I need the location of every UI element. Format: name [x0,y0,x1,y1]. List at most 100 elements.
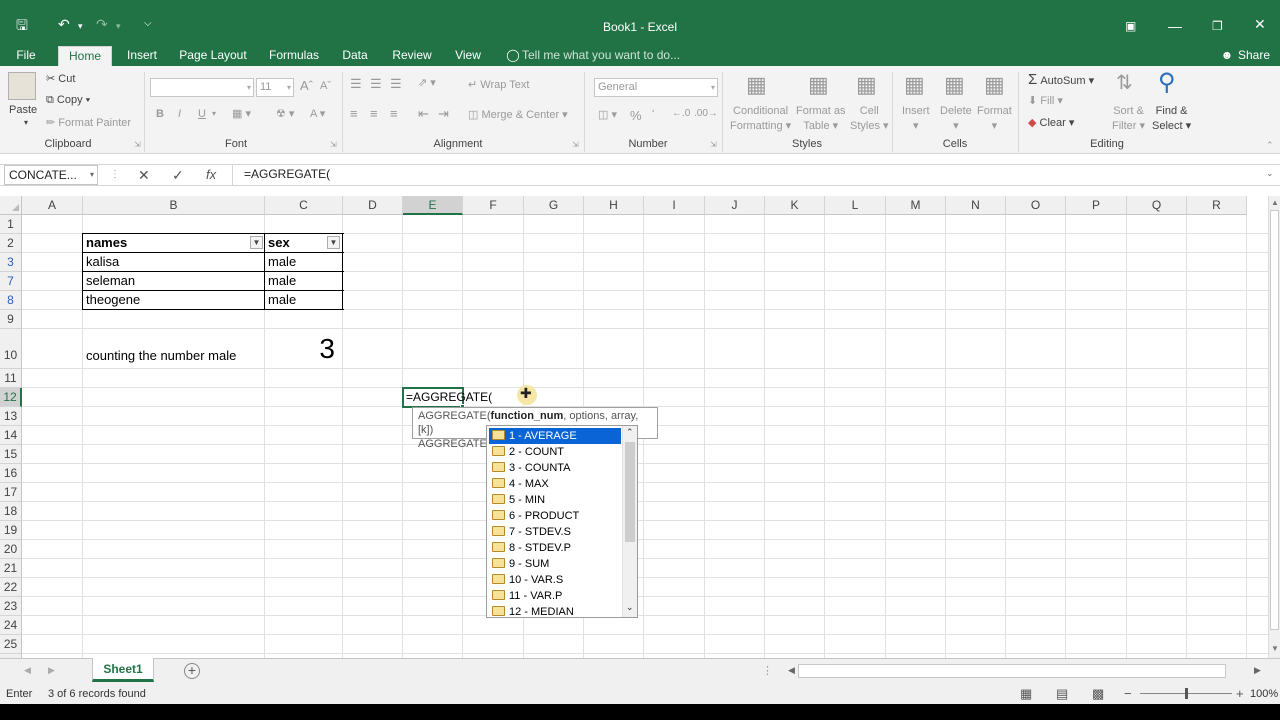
vertical-scroll-thumb[interactable] [1270,210,1279,630]
row-header-16[interactable]: 16 [0,464,22,483]
conditional-formatting-icon[interactable]: ▦ [746,72,767,98]
middle-align-icon[interactable]: ☰ [370,76,382,92]
row-header-13[interactable]: 13 [0,407,22,426]
cell-b3[interactable]: kalisa [83,253,263,271]
name-box[interactable]: CONCATE... ▾ [4,165,98,185]
clipboard-launcher-icon[interactable]: ⇲ [134,140,141,149]
hscroll-left-icon[interactable]: ◀ [788,665,795,676]
increase-indent-icon[interactable]: ⇥ [438,106,449,122]
insert-cells-icon[interactable]: ▦ [904,72,925,98]
decrease-indent-icon[interactable]: ⇤ [418,106,429,122]
number-format-select[interactable]: General ▾ [594,78,718,97]
zoom-in-icon[interactable]: + [1236,686,1244,701]
row-header-17[interactable]: 17 [0,483,22,502]
zoom-slider-thumb[interactable] [1185,688,1188,699]
borders-icon[interactable]: ▦ ▾ [232,107,251,120]
tell-me-input[interactable]: Tell me what you want to do... [522,46,682,66]
enter-formula-button[interactable]: ✓ [172,167,184,184]
format-as-table-icon[interactable]: ▦ [808,72,829,98]
filter-active-icon[interactable]: ▼ [327,236,340,249]
underline-button[interactable]: U [198,108,206,120]
autocomplete-item[interactable]: 10 - VAR.S [489,572,621,588]
cell-c8[interactable]: male [265,291,341,309]
hscroll-right-icon[interactable]: ▶ [1254,665,1261,676]
autocomplete-scrollbar[interactable]: ⌃ ⌄ [622,426,637,617]
cell-b10[interactable]: counting the number male [83,347,263,365]
minimize-icon[interactable]: — [1168,19,1182,33]
row-header-18[interactable]: 18 [0,502,22,521]
paste-icon[interactable] [8,72,36,100]
row-header-12[interactable]: 12 [0,388,22,407]
format-cells-icon[interactable]: ▦ [984,72,1005,98]
cell-b7[interactable]: seleman [83,272,263,290]
align-left-icon[interactable]: ≡ [350,106,358,121]
font-name-input[interactable]: ▾ [150,78,254,97]
format-as-table-button[interactable]: Format as Table ▾ [796,104,846,134]
row-header-25[interactable]: 25 [0,635,22,654]
tab-page-layout[interactable]: Page Layout [176,46,250,66]
cell-c7[interactable]: male [265,272,341,290]
row-header-1[interactable]: 1 [0,215,22,234]
page-layout-view-icon[interactable]: ▤ [1056,686,1068,702]
cell-c10[interactable]: 3 [265,332,341,366]
currency-icon[interactable]: ◫ ▾ [598,108,617,121]
tab-formulas[interactable]: Formulas [264,46,324,66]
restore-icon[interactable]: ❐ [1212,19,1223,33]
fill-button[interactable]: ⬇ Fill ▾ [1028,94,1063,107]
scroll-split-icon[interactable]: ⋮ [762,664,773,677]
shrink-font-icon[interactable]: Aˇ [320,80,331,92]
share-icon[interactable]: ☻ [1220,46,1234,66]
autosum-button[interactable]: Σ AutoSum ▾ [1028,71,1094,88]
autocomplete-item[interactable]: 8 - STDEV.P [489,540,621,556]
tooltip-current-arg[interactable]: function_num [491,410,564,422]
zoom-out-icon[interactable]: − [1124,686,1132,701]
column-header-o[interactable]: O [1006,196,1066,215]
column-header-p[interactable]: P [1066,196,1127,215]
row-header-11[interactable]: 11 [0,369,22,388]
expand-formula-bar-icon[interactable]: ⌄ [1266,168,1274,179]
insert-function-button[interactable]: fx [206,167,216,182]
sort-filter-icon[interactable]: ⇅ [1116,70,1133,95]
autocomplete-item[interactable]: 5 - MIN [489,492,621,508]
autocomplete-item[interactable]: 12 - MEDIAN [489,604,621,620]
autocomplete-item[interactable]: 11 - VAR.P [489,588,621,604]
cell-b2[interactable]: names [83,234,249,252]
percent-button[interactable]: % [630,108,642,123]
scroll-down-icon[interactable]: ▼ [1271,644,1279,653]
cell-styles-button[interactable]: Cell Styles ▾ [850,104,889,134]
autocomplete-item[interactable]: 3 - COUNTA [489,460,621,476]
comma-style-icon[interactable]: ‘ [652,108,654,120]
column-header-h[interactable]: H [584,196,644,215]
find-select-button[interactable]: Find & Select ▾ [1152,104,1191,134]
column-header-m[interactable]: M [886,196,946,215]
increase-decimal-icon[interactable]: ←.0 [672,108,690,119]
tab-review[interactable]: Review [388,46,436,66]
column-header-l[interactable]: L [825,196,886,215]
copy-button[interactable]: ⧉ Copy ▾ [46,94,90,107]
horizontal-scroll-thumb[interactable] [798,664,1226,678]
tab-insert[interactable]: Insert [120,46,164,66]
row-header-8[interactable]: 8 [0,291,22,310]
autocomplete-item[interactable]: 7 - STDEV.S [489,524,621,540]
column-header-i[interactable]: I [644,196,705,215]
italic-button[interactable]: I [178,108,181,120]
row-header-7[interactable]: 7 [0,272,22,291]
column-header-e[interactable]: E [403,196,463,215]
insert-cells-button[interactable]: Insert ▾ [902,104,930,134]
top-align-icon[interactable]: ☰ [350,76,362,92]
new-sheet-icon[interactable]: + [184,663,200,679]
autocomplete-item[interactable]: 9 - SUM [489,556,621,572]
cancel-formula-button[interactable]: ✕ [138,167,150,184]
row-header-14[interactable]: 14 [0,426,22,445]
autocomplete-item[interactable]: 6 - PRODUCT [489,508,621,524]
row-header-24[interactable]: 24 [0,616,22,635]
row-header-3[interactable]: 3 [0,253,22,272]
ribbon-display-icon[interactable]: ▣ [1125,19,1136,33]
tab-view[interactable]: View [450,46,486,66]
column-header-b[interactable]: B [83,196,265,215]
row-header-20[interactable]: 20 [0,540,22,559]
next-sheet-icon[interactable]: ▶ [48,665,55,676]
column-header-k[interactable]: K [765,196,825,215]
tab-data[interactable]: Data [336,46,374,66]
paste-dropdown-icon[interactable]: ▾ [24,118,28,127]
